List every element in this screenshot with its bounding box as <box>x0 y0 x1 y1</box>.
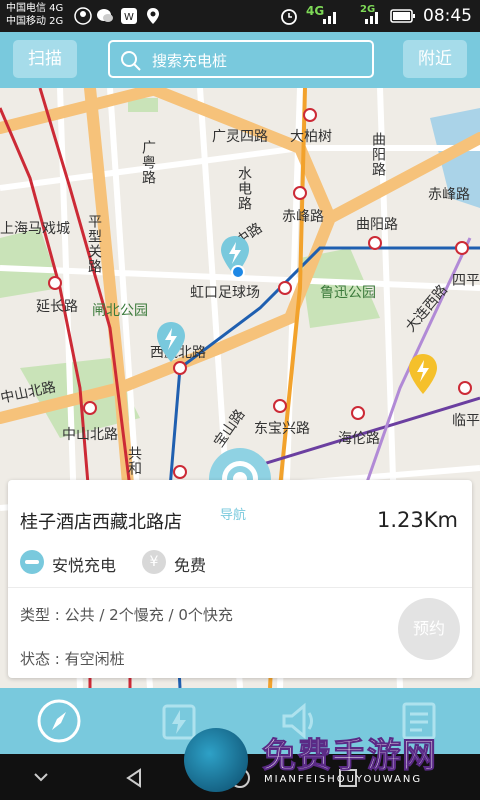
signal-2-icon <box>365 12 378 24</box>
fee-icon: ¥ <box>142 550 166 574</box>
watermark: 免费手游网 MIANFEISHOUYOUWANG <box>178 722 474 798</box>
status-bar: 中国电信 4G 中国移动 2G W 4G 2G 08:45 <box>0 0 480 32</box>
wechat-icon <box>97 9 113 22</box>
card-divider <box>8 587 472 588</box>
location-icon <box>147 8 159 24</box>
top-bar: 扫描 搜索充电桩 附近 <box>0 32 480 88</box>
watermark-title: 免费手游网 <box>262 736 437 777</box>
contacts-icon <box>74 7 92 25</box>
map-label: 虹口足球场 <box>190 285 260 301</box>
navigate-label: 导航 <box>220 508 247 523</box>
chevron-down-icon[interactable] <box>30 766 52 788</box>
search-icon <box>121 51 141 71</box>
map-label: 四平 <box>452 273 480 289</box>
map-label: 赤峰路 <box>428 187 470 203</box>
book-button[interactable]: 预约 <box>398 598 460 660</box>
current-location-icon <box>231 265 245 279</box>
search-placeholder: 搜索充电桩 <box>152 52 228 70</box>
charger-pin-selected-icon[interactable] <box>406 352 440 396</box>
station-status: 状态 : 有空闲桩 <box>20 650 125 668</box>
watermark-logo-icon <box>184 728 248 792</box>
signal-icon <box>323 12 336 24</box>
scan-button[interactable]: 扫描 <box>13 40 77 78</box>
map-label: 曲阳路 <box>356 217 398 233</box>
map-label: 广粤路 <box>140 140 156 185</box>
map-label: 延长路 <box>36 299 78 315</box>
watermark-subtitle: MIANFEISHOUYOUWANG <box>264 774 423 785</box>
map-label: 共和 <box>126 446 142 476</box>
station-name: 桂子酒店西藏北路店 <box>20 512 182 533</box>
operator-icon <box>20 550 44 574</box>
carrier-1: 中国电信 4G <box>6 3 64 14</box>
map-label: 大柏树 <box>290 129 332 145</box>
map-label: 鲁迅公园 <box>320 285 376 301</box>
fee-label: 免费 <box>174 556 207 575</box>
charger-pin-icon[interactable] <box>154 320 188 364</box>
operator-name: 安悦充电 <box>52 556 117 575</box>
map-label: 东宝兴路 <box>254 421 310 437</box>
battery-icon <box>390 9 415 23</box>
nearby-button[interactable]: 附近 <box>403 40 467 78</box>
map-label: 闸北公园 <box>92 303 148 319</box>
map-label: 赤峰路 <box>282 209 324 225</box>
map-label: 中山北路 <box>62 427 118 443</box>
app-icon: W <box>121 8 137 24</box>
station-distance: 1.23Km <box>377 508 458 532</box>
map-label: 平型关路 <box>86 214 102 274</box>
alarm-icon <box>281 9 297 25</box>
clock: 08:45 <box>423 6 472 26</box>
search-input[interactable]: 搜索充电桩 <box>108 40 374 78</box>
svg-text:W: W <box>124 12 134 23</box>
map-label: 水电路 <box>236 166 252 211</box>
back-icon[interactable] <box>122 766 146 790</box>
map-label: 广灵四路 <box>212 129 268 145</box>
map-label: 临平 <box>452 413 480 429</box>
map-label: 曲阳路 <box>370 132 386 177</box>
compass-icon[interactable] <box>36 698 82 744</box>
carrier-2: 中国移动 2G <box>6 16 64 27</box>
map-label: 海伦路 <box>338 431 380 447</box>
station-type: 类型 : 公共 / 2个慢充 / 0个快充 <box>20 606 233 624</box>
map-label: 上海马戏城 <box>0 221 70 237</box>
